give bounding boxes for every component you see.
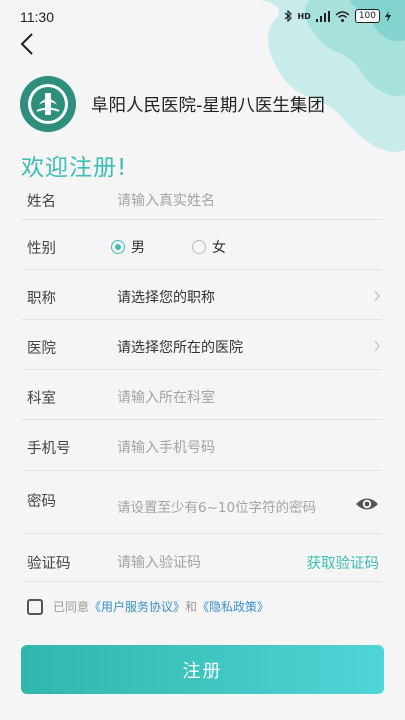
password-row: 密码 请设置至少有6~10位字符的密码 [21,471,383,534]
eye-icon[interactable] [355,496,379,512]
privacy-link[interactable]: 《隐私政策》 [197,598,269,615]
phone-input[interactable]: 请输入手机号码 [117,437,215,457]
chevron-right-icon [374,340,380,352]
phone-row: 手机号 请输入手机号码 [21,420,383,471]
battery-indicator: 100 [354,9,380,23]
status-icons: HD 100 [284,9,391,23]
cellular-signal-icon [315,10,330,22]
terms-link[interactable]: 《用户服务协议》 [89,598,185,615]
title-label: 职称 [27,291,56,307]
hospital-name: 阜阳人民医院-星期八医生集团 [91,95,325,116]
gender-female-label: 女 [212,240,226,256]
gender-radio-female[interactable]: 女 [192,237,226,257]
department-input[interactable]: 请输入所在科室 [117,387,215,407]
charging-icon [385,10,391,22]
name-input[interactable]: 请输入真实姓名 [117,190,215,210]
signal-hd-label: HD [297,11,311,21]
register-button[interactable]: 注册 [21,645,384,694]
gender-male-label: 男 [131,240,145,256]
password-input[interactable]: 请设置至少有6~10位字符的密码 [117,496,316,516]
title-select[interactable]: 请选择您的职称 [117,287,215,307]
hospital-label: 医院 [27,341,56,357]
hospital-select[interactable]: 请选择您所在的医院 [117,337,243,357]
wifi-icon [335,10,350,22]
hospital-logo [20,76,76,132]
status-bar: 11:30 HD 100 [0,0,405,36]
agreement-and: 和 [185,600,198,614]
code-label: 验证码 [27,556,71,572]
code-input[interactable]: 请输入验证码 [117,552,201,572]
status-time: 11:30 [20,9,54,25]
gender-label: 性别 [27,241,56,257]
gender-radio-male[interactable]: 男 [111,237,145,257]
bluetooth-icon [285,10,293,22]
title-row[interactable]: 职称 请选择您的职称 [21,270,383,320]
phone-label: 手机号 [27,441,71,457]
hospital-row[interactable]: 医院 请选择您所在的医院 [21,320,383,370]
agreement-prefix: 已同意 [53,600,90,614]
hospital-header: 阜阳人民医院-星期八医生集团 [19,75,325,133]
chevron-right-icon [374,290,380,302]
department-label: 科室 [27,391,56,407]
code-row: 验证码 请输入验证码 获取验证码 [21,534,383,582]
department-row: 科室 请输入所在科室 [21,370,383,420]
back-arrow-icon[interactable] [17,30,39,58]
radio-checked-icon [111,240,125,254]
get-code-button[interactable]: 获取验证码 [307,552,380,573]
name-label: 姓名 [27,194,56,210]
password-label: 密码 [27,494,56,510]
radio-unchecked-icon [192,240,206,254]
gender-row: 性别 男 女 [21,220,383,270]
agreement-row: 已同意 《用户服务协议》 和 《隐私政策》 [27,598,269,615]
registration-form: 姓名 请输入真实姓名 性别 男 女 职称 请选择您的职称 医院 请选择您所在的医… [21,175,383,582]
name-row: 姓名 请输入真实姓名 [21,175,383,220]
agreement-checkbox[interactable] [27,598,43,615]
